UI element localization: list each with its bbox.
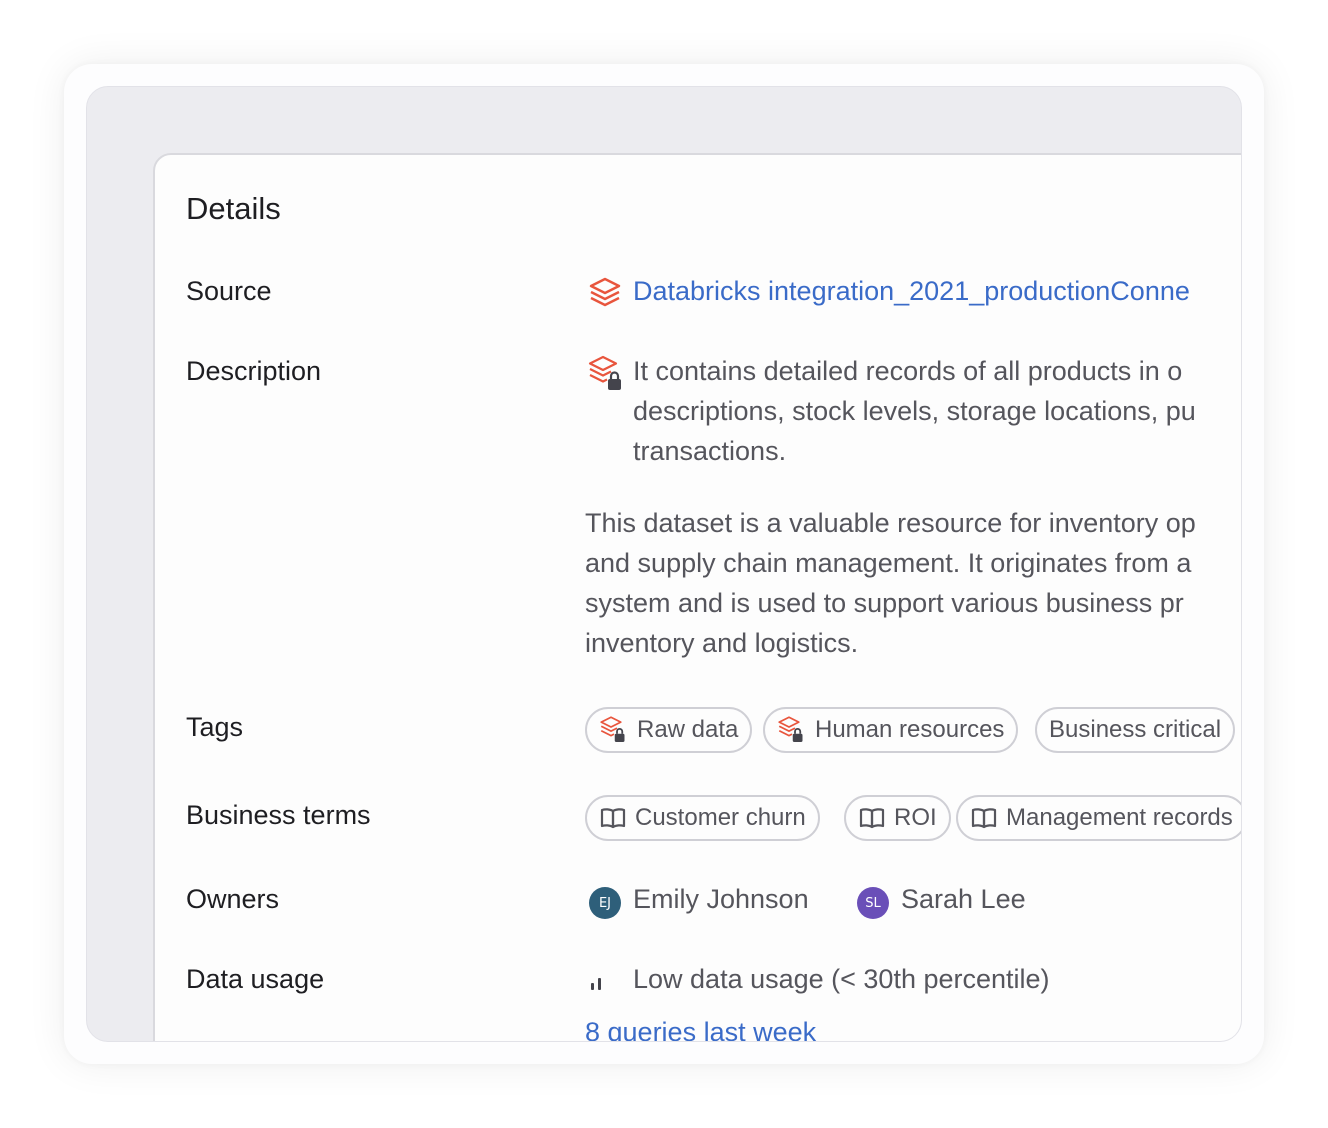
- term-chip-management-records[interactable]: Management records: [956, 795, 1241, 841]
- details-panel: Details Source Databricks integration_20…: [153, 153, 1241, 1041]
- panel-title: Details: [186, 191, 281, 226]
- tag-label: Business critical: [1049, 716, 1222, 743]
- description-line-2: descriptions, stock levels, storage loca…: [633, 396, 1196, 426]
- description-label: Description: [186, 356, 322, 386]
- queries-link[interactable]: 8 queries last week: [585, 1017, 816, 1041]
- book-icon: [859, 808, 885, 829]
- tags-label: Tags: [186, 712, 244, 742]
- term-chip-roi[interactable]: ROI: [844, 795, 951, 841]
- term-label: ROI: [894, 804, 937, 831]
- owner-name[interactable]: Emily Johnson: [633, 884, 809, 915]
- book-icon: [971, 808, 997, 829]
- description-para2-line-3: system and is used to support various bu…: [585, 588, 1184, 618]
- data-usage-label: Data usage: [186, 964, 325, 994]
- description-para2-line-4: inventory and logistics.: [585, 628, 859, 658]
- databricks-icon: [587, 275, 623, 316]
- window-frame: Details Source Databricks integration_20…: [86, 86, 1242, 1042]
- book-icon: [600, 808, 626, 829]
- owners-label: Owners: [186, 884, 280, 914]
- description-para2-line-2: and supply chain management. It originat…: [585, 548, 1192, 578]
- business-terms-label: Business terms: [186, 800, 371, 830]
- databricks-locked-icon: [778, 716, 803, 742]
- description-line-1: It contains detailed records of all prod…: [633, 356, 1183, 386]
- avatar: EJ: [589, 887, 621, 919]
- tag-chip-raw-data[interactable]: Raw data: [585, 707, 753, 753]
- owner-name[interactable]: Sarah Lee: [901, 884, 1026, 915]
- databricks-locked-icon: [587, 354, 627, 399]
- source-label: Source: [186, 276, 272, 306]
- term-label: Customer churn: [635, 804, 806, 831]
- term-label: Management records: [1006, 804, 1233, 831]
- databricks-locked-icon: [600, 716, 625, 742]
- description-para2-line-1: This dataset is a valuable resource for …: [585, 508, 1196, 538]
- term-chip-customer-churn[interactable]: Customer churn: [585, 795, 820, 841]
- description-line-3: transactions.: [633, 436, 787, 466]
- tag-chip-human-resources[interactable]: Human resources: [763, 707, 1019, 753]
- avatar: SL: [857, 887, 889, 919]
- data-usage-value: Low data usage (< 30th percentile): [633, 964, 1050, 994]
- tag-chip-business-critical[interactable]: Business critical: [1035, 707, 1236, 753]
- usage-bars-icon: [589, 971, 609, 996]
- source-link[interactable]: Databricks integration_2021_productionCo…: [633, 276, 1190, 307]
- tag-label: Human resources: [815, 716, 1005, 743]
- tag-label: Raw data: [637, 716, 739, 743]
